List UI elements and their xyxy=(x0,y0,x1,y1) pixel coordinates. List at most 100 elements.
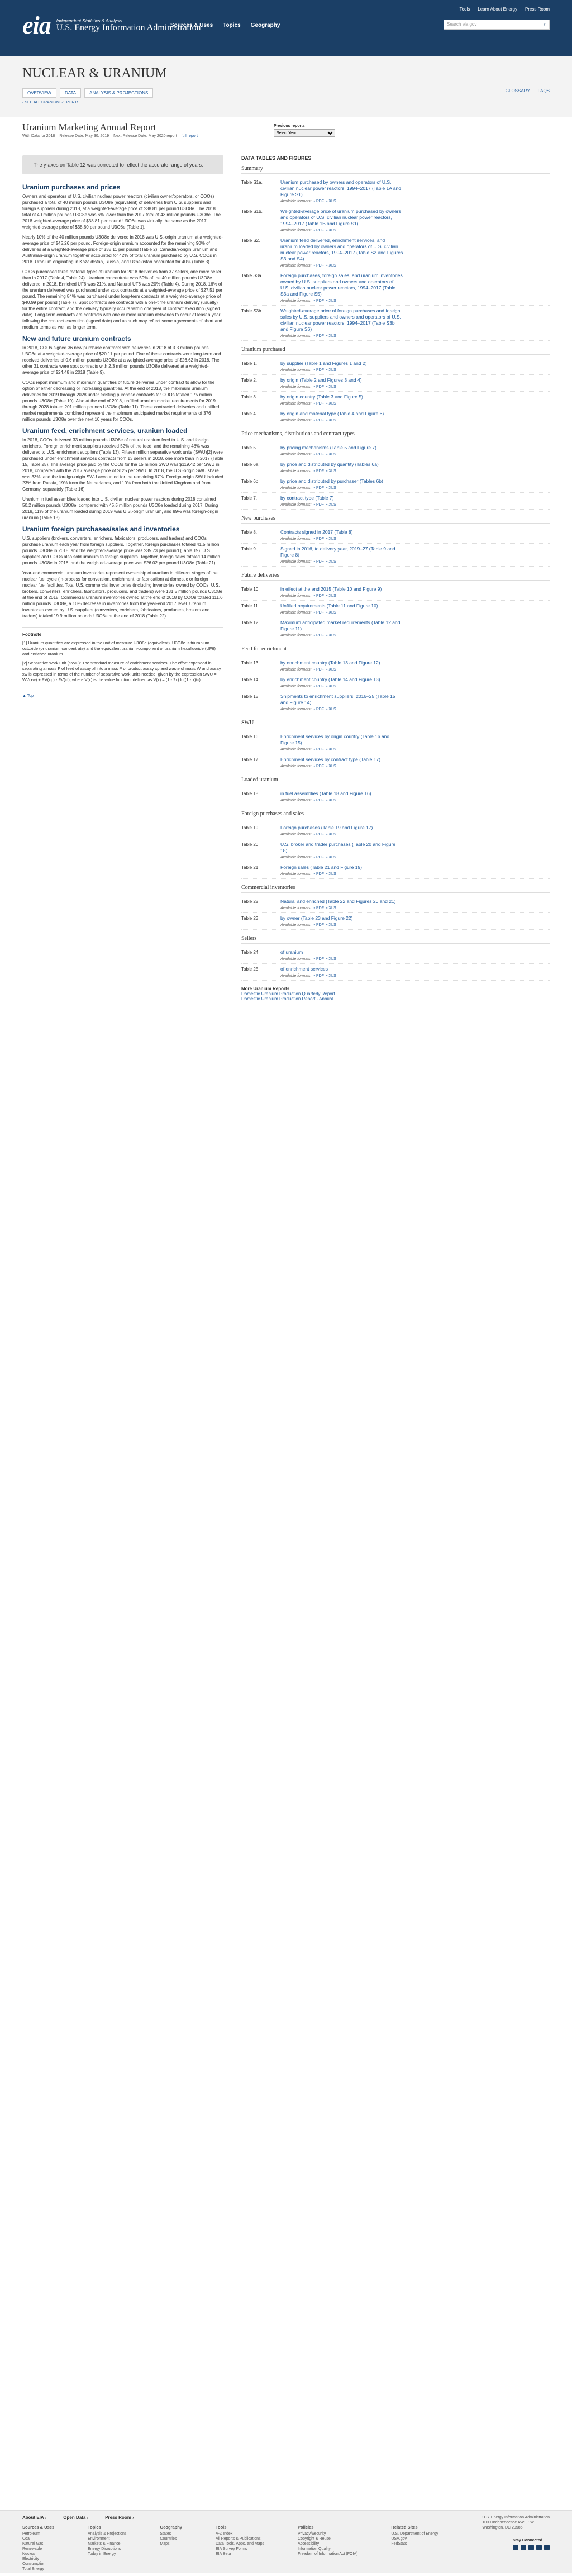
pdf-link[interactable]: ▪ PDF xyxy=(314,685,324,688)
search-input[interactable]: Search eia.gov ⌕ xyxy=(444,20,550,30)
pdf-link[interactable]: ▪ PDF xyxy=(314,856,324,859)
xls-link[interactable]: ▪ XLS xyxy=(326,634,336,638)
footer-link[interactable]: Nuclear xyxy=(22,2551,54,2556)
xls-link[interactable]: ▪ XLS xyxy=(326,199,336,203)
email-icon[interactable] xyxy=(536,2545,542,2550)
table-link[interactable]: by origin (Table 2 and Figures 3 and 4) xyxy=(280,377,403,383)
previous-year-select[interactable]: Select Year xyxy=(274,129,335,137)
xls-link[interactable]: ▪ XLS xyxy=(326,611,336,615)
back-to-top-link[interactable]: ▲ Top xyxy=(22,694,223,698)
xls-link[interactable]: ▪ XLS xyxy=(326,906,336,910)
more-report-link[interactable]: Domestic Uranium Production Quarterly Re… xyxy=(241,991,550,996)
table-link[interactable]: by owner (Table 23 and Figure 22) xyxy=(280,915,403,921)
xls-link[interactable]: ▪ XLS xyxy=(326,299,336,303)
full-report-link[interactable]: full report xyxy=(182,134,198,138)
table-link[interactable]: Natural and enriched (Table 22 and Figur… xyxy=(280,899,403,905)
xls-link[interactable]: ▪ XLS xyxy=(326,685,336,688)
pdf-link[interactable]: ▪ PDF xyxy=(314,872,324,876)
table-link[interactable]: by origin country (Table 3 and Figure 5) xyxy=(280,394,403,400)
footer-link[interactable]: USA.gov xyxy=(391,2536,438,2541)
footer-link[interactable]: Countries xyxy=(160,2536,182,2541)
pdf-link[interactable]: ▪ PDF xyxy=(314,906,324,910)
footer-about[interactable]: About EIA › xyxy=(22,2515,46,2520)
pdf-link[interactable]: ▪ PDF xyxy=(314,402,324,406)
see-all-reports-link[interactable]: ‹ SEE ALL URANIUM REPORTS xyxy=(22,101,79,104)
xls-link[interactable]: ▪ XLS xyxy=(326,707,336,711)
table-link[interactable]: Signed in 2016, to delivery year, 2019–2… xyxy=(280,546,403,558)
footer-link[interactable]: Information Quality xyxy=(298,2546,358,2551)
footer-link[interactable]: Accessibility xyxy=(298,2541,358,2546)
more-report-link[interactable]: Domestic Uranium Production Report - Ann… xyxy=(241,996,550,1001)
faqs-link[interactable]: FAQS xyxy=(538,88,550,93)
util-tools[interactable]: Tools xyxy=(460,7,470,12)
pdf-link[interactable]: ▪ PDF xyxy=(314,385,324,389)
xls-link[interactable]: ▪ XLS xyxy=(326,833,336,837)
xls-link[interactable]: ▪ XLS xyxy=(326,594,336,598)
xls-link[interactable]: ▪ XLS xyxy=(326,385,336,389)
table-link[interactable]: in fuel assemblies (Table 18 and Figure … xyxy=(280,791,403,797)
table-link[interactable]: by enrichment country (Table 13 and Figu… xyxy=(280,660,403,666)
youtube-icon[interactable] xyxy=(528,2545,534,2550)
footer-link[interactable]: Coal xyxy=(22,2536,54,2541)
table-link[interactable]: Uranium feed delivered, enrichment servi… xyxy=(280,237,403,262)
table-link[interactable]: Uranium purchased by owners and operator… xyxy=(280,179,403,198)
xls-link[interactable]: ▪ XLS xyxy=(326,537,336,541)
footer-link[interactable]: Natural Gas xyxy=(22,2541,54,2546)
pdf-link[interactable]: ▪ PDF xyxy=(314,764,324,768)
footer-open-data[interactable]: Open Data › xyxy=(63,2515,88,2520)
pdf-link[interactable]: ▪ PDF xyxy=(314,419,324,422)
tab-data[interactable]: DATA xyxy=(59,88,82,98)
xls-link[interactable]: ▪ XLS xyxy=(326,923,336,927)
xls-link[interactable]: ▪ XLS xyxy=(326,402,336,406)
footer-link[interactable]: Energy Disruptions xyxy=(88,2546,126,2551)
table-link[interactable]: of uranium xyxy=(280,949,403,956)
footer-link[interactable]: Data Tools, Apps, and Maps xyxy=(216,2541,264,2546)
pdf-link[interactable]: ▪ PDF xyxy=(314,453,324,457)
table-link[interactable]: Contracts signed in 2017 (Table 8) xyxy=(280,529,403,535)
xls-link[interactable]: ▪ XLS xyxy=(326,748,336,752)
table-link[interactable]: by pricing mechanisms (Table 5 and Figur… xyxy=(280,445,403,451)
footer-link[interactable]: Copyright & Reuse xyxy=(298,2536,358,2541)
xls-link[interactable]: ▪ XLS xyxy=(326,799,336,802)
xls-link[interactable]: ▪ XLS xyxy=(326,668,336,672)
nav-sources-uses[interactable]: Sources & Uses xyxy=(170,22,213,28)
util-press[interactable]: Press Room xyxy=(525,7,550,12)
footer-link[interactable]: Electricity xyxy=(22,2556,54,2561)
footer-link[interactable]: Consumption xyxy=(22,2561,54,2567)
pdf-link[interactable]: ▪ PDF xyxy=(314,469,324,473)
util-learn[interactable]: Learn About Energy xyxy=(478,7,517,12)
pdf-link[interactable]: ▪ PDF xyxy=(314,537,324,541)
table-link[interactable]: by price and distributed by quantity (Ta… xyxy=(280,462,403,468)
xls-link[interactable]: ▪ XLS xyxy=(326,957,336,961)
xls-link[interactable]: ▪ XLS xyxy=(326,974,336,978)
xls-link[interactable]: ▪ XLS xyxy=(326,419,336,422)
pdf-link[interactable]: ▪ PDF xyxy=(314,334,324,338)
tab-analysis[interactable]: ANALYSIS & PROJECTIONS xyxy=(84,88,154,98)
table-link[interactable]: by origin and material type (Table 4 and… xyxy=(280,411,403,417)
pdf-link[interactable]: ▪ PDF xyxy=(314,560,324,564)
footer-link[interactable]: EIA Beta xyxy=(216,2551,264,2556)
footer-link[interactable]: Renewable xyxy=(22,2546,54,2551)
rss-icon[interactable] xyxy=(544,2545,550,2550)
footer-link[interactable]: A-Z Index xyxy=(216,2531,264,2536)
facebook-icon[interactable] xyxy=(513,2545,518,2550)
pdf-link[interactable]: ▪ PDF xyxy=(314,923,324,927)
xls-link[interactable]: ▪ XLS xyxy=(326,764,336,768)
footer-link[interactable]: Markets & Finance xyxy=(88,2541,126,2546)
pdf-link[interactable]: ▪ PDF xyxy=(314,199,324,203)
pdf-link[interactable]: ▪ PDF xyxy=(314,486,324,490)
table-link[interactable]: Foreign purchases, foreign sales, and ur… xyxy=(280,273,403,297)
table-link[interactable]: Weighted-average price of foreign purcha… xyxy=(280,308,403,332)
footer-link[interactable]: U.S. Department of Energy xyxy=(391,2531,438,2536)
xls-link[interactable]: ▪ XLS xyxy=(326,229,336,232)
pdf-link[interactable]: ▪ PDF xyxy=(314,748,324,752)
search-icon[interactable]: ⌕ xyxy=(544,21,547,27)
table-link[interactable]: Enrichment services by contract type (Ta… xyxy=(280,757,403,763)
xls-link[interactable]: ▪ XLS xyxy=(326,334,336,338)
pdf-link[interactable]: ▪ PDF xyxy=(314,799,324,802)
nav-topics[interactable]: Topics xyxy=(223,22,240,28)
pdf-link[interactable]: ▪ PDF xyxy=(314,611,324,615)
footer-link[interactable]: Total Energy xyxy=(22,2567,54,2572)
table-link[interactable]: of enrichment services xyxy=(280,966,403,972)
pdf-link[interactable]: ▪ PDF xyxy=(314,668,324,672)
